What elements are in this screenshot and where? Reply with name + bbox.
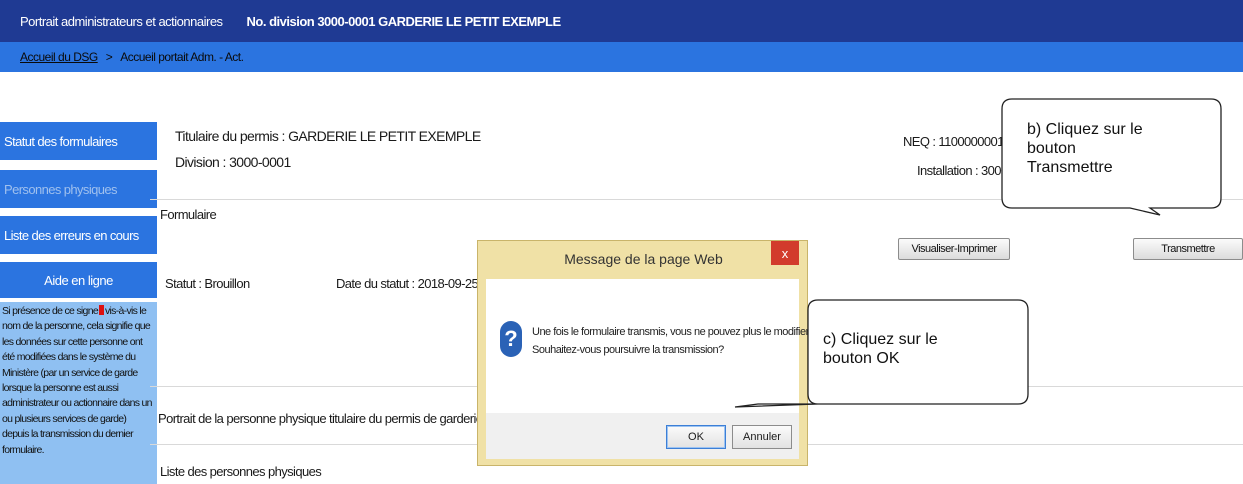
dialog-footer: OK Annuler [486, 413, 799, 459]
callout-b-line: Transmettre [1027, 159, 1113, 176]
sidebar-item-label: Liste des erreurs en cours [4, 227, 139, 243]
breadcrumb: Accueil du DSG > Accueil portait Adm. - … [0, 42, 1243, 72]
sidebar-item-label: Personnes physiques [4, 181, 118, 197]
neq-label: NEQ : 1100000001 [903, 134, 1004, 149]
question-icon: ? [500, 321, 522, 357]
division-label: Division : 3000-0001 [175, 154, 291, 170]
titulaire-label: Titulaire du permis : GARDERIE LE PETIT … [175, 128, 481, 144]
section-liste-personnes: Liste des personnes physiques [160, 464, 322, 479]
ok-button[interactable]: OK [666, 425, 726, 449]
annuler-button[interactable]: Annuler [732, 425, 792, 449]
dialog-close-button[interactable]: x [771, 241, 799, 265]
sidebar-item-label: Statut des formulaires [4, 133, 118, 149]
sidebar-item-liste-erreurs[interactable]: Liste des erreurs en cours [0, 216, 157, 254]
sidebar-item-personnes-physiques[interactable]: Personnes physiques [0, 170, 157, 208]
callout-c-line: c) Cliquez sur le [823, 331, 938, 348]
dialog-title: Message de la page Web [564, 251, 723, 267]
callout-c-line: bouton OK [823, 350, 900, 367]
dialog-message-line2: Souhaitez-vous poursuivre la transmissio… [532, 344, 724, 356]
web-page-message-dialog: Message de la page Web x ? Une fois le f… [477, 240, 811, 466]
installation-label: Installation : 3000 [917, 163, 1008, 178]
divider [150, 199, 1243, 200]
red-flag-icon [98, 305, 104, 315]
division-title: No. division 3000-0001 GARDERIE LE PETIT… [246, 13, 562, 29]
callout-b-line: b) Cliquez sur le [1027, 121, 1143, 138]
breadcrumb-current: Accueil portait Adm. - Act. [120, 50, 244, 64]
help-text-after: vis-à-vis le nom de la personne, cela si… [2, 305, 152, 456]
callout-c-text: c) Cliquez sur le bouton OK [823, 330, 938, 368]
app-title: Portrait administrateurs et actionnaires [20, 13, 223, 29]
sidebar-item-statut-formulaires[interactable]: Statut des formulaires [0, 122, 157, 160]
statut-label: Statut : Brouillon [165, 276, 250, 291]
date-statut-label: Date du statut : 2018-09-25 [336, 276, 479, 291]
breadcrumb-separator: > [105, 50, 113, 64]
callout-b-line: bouton [1027, 140, 1076, 157]
visualiser-imprimer-button[interactable]: Visualiser-Imprimer [898, 238, 1010, 260]
help-text-panel: Si présence de ce signe vis-à-vis le nom … [0, 302, 157, 484]
help-heading-label: Aide en ligne [44, 272, 113, 288]
top-header-bar: Portrait administrateurs et actionnaires… [0, 0, 1243, 42]
section-portrait: Portrait de la personne physique titulai… [158, 411, 483, 426]
help-text-before: Si présence de ce signe [2, 305, 99, 317]
section-formulaire: Formulaire [160, 207, 217, 222]
dialog-body: ? Une fois le formulaire transmis, vous … [486, 279, 811, 459]
dialog-message: Une fois le formulaire transmis, vous ne… [532, 323, 811, 359]
breadcrumb-home-link[interactable]: Accueil du DSG [20, 50, 98, 64]
dialog-message-line1: Une fois le formulaire transmis, vous ne… [532, 326, 811, 338]
callout-b-text: b) Cliquez sur le bouton Transmettre [1027, 120, 1143, 177]
transmettre-button[interactable]: Transmettre [1133, 238, 1243, 260]
help-heading: Aide en ligne [0, 262, 157, 298]
